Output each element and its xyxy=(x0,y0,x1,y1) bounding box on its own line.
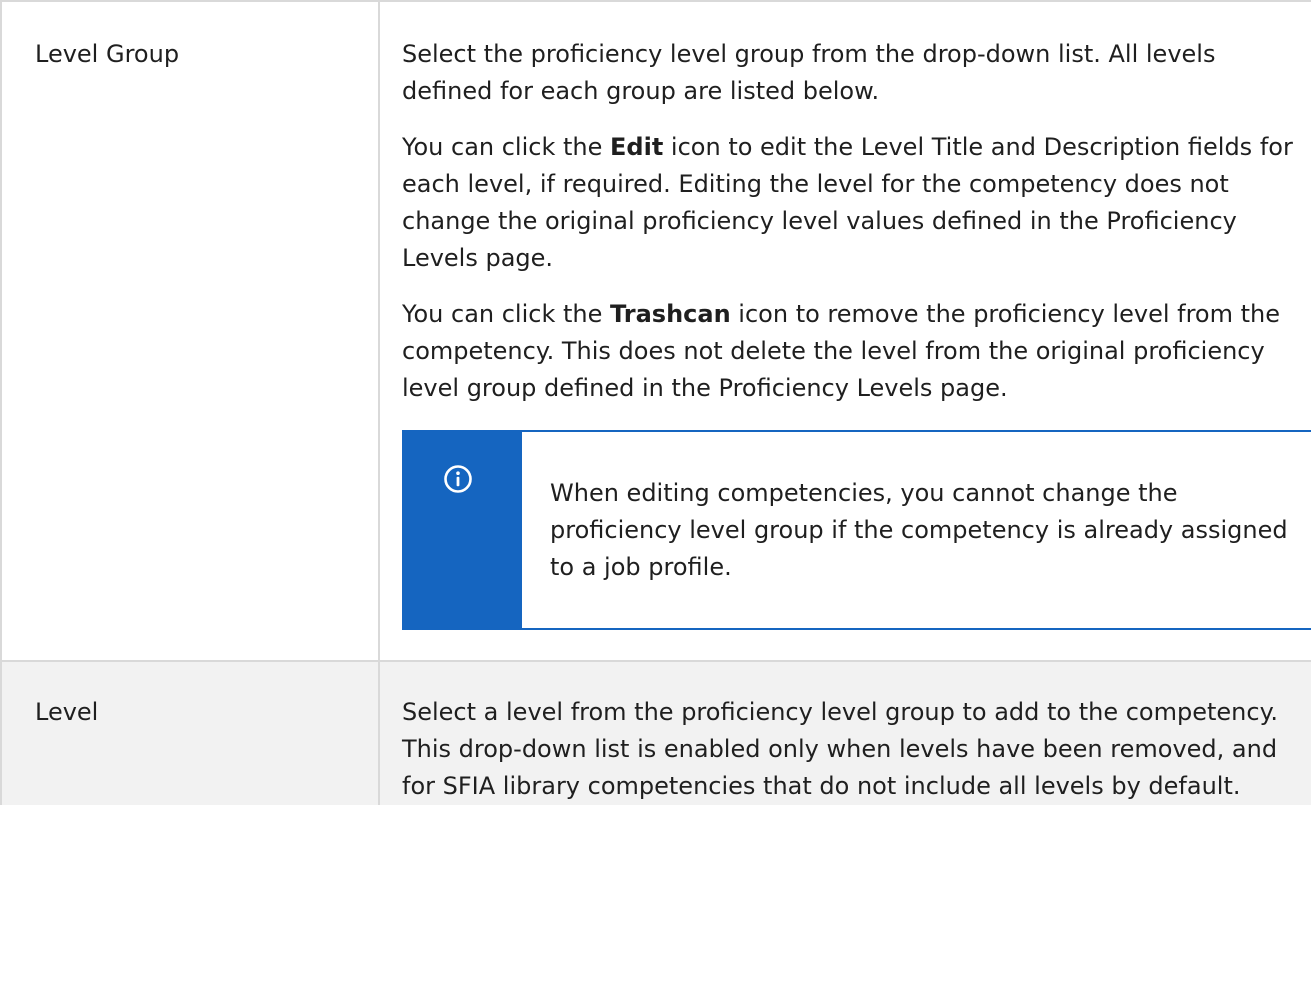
info-icon xyxy=(444,465,472,493)
info-note-text: When editing competencies, you cannot ch… xyxy=(550,479,1288,581)
field-name-cell: Level xyxy=(0,660,380,805)
description-paragraph: Select the proficiency level group from … xyxy=(402,40,1216,105)
trashcan-icon-term: Trashcan xyxy=(610,300,731,328)
field-name-label: Level xyxy=(35,698,99,726)
table-row: Level Group Select the proficiency level… xyxy=(0,0,1311,661)
description-paragraph: Select a level from the proficiency leve… xyxy=(402,698,1278,800)
paragraph-text-before: You can click the xyxy=(402,133,611,161)
edit-icon-term: Edit xyxy=(610,133,664,161)
table-row: Level Select a level from the proficienc… xyxy=(0,660,1311,805)
description-paragraph: You can click the Edit icon to edit the … xyxy=(402,129,1311,277)
description-paragraph: You can click the Trashcan icon to remov… xyxy=(402,296,1311,407)
paragraph-text-before: You can click the xyxy=(402,300,611,328)
field-description-table: Level Group Select the proficiency level… xyxy=(0,0,1311,805)
field-name-label: Level Group xyxy=(35,40,180,68)
field-description-cell: Select a level from the proficiency leve… xyxy=(379,660,1311,805)
field-description-cell: Select the proficiency level group from … xyxy=(379,0,1311,661)
info-note: When editing competencies, you cannot ch… xyxy=(402,430,1311,630)
info-note-sidebar xyxy=(402,432,522,628)
field-name-cell: Level Group xyxy=(0,0,380,661)
